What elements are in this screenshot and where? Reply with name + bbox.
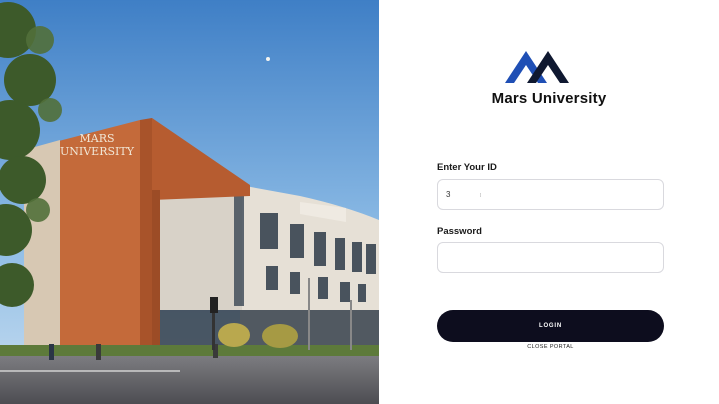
login-panel: Mars University Enter Your ID Password L… [379, 0, 719, 404]
campus-photo: MARS UNIVERSITY [0, 0, 379, 404]
password-field[interactable] [437, 242, 664, 273]
password-label: Password [437, 226, 482, 237]
close-portal-link[interactable]: CLOSE PORTAL [437, 344, 664, 350]
text-cursor-icon [480, 193, 481, 197]
building-sign-line2: UNIVERSITY [60, 145, 135, 158]
login-button[interactable]: LOGIN [437, 310, 664, 342]
id-field[interactable] [437, 179, 664, 210]
university-name: Mars University [491, 90, 607, 107]
password-input[interactable] [438, 243, 663, 272]
university-logo-icon [505, 49, 569, 83]
building-sign-line1: MARS [79, 132, 114, 145]
id-label: Enter Your ID [437, 162, 497, 173]
id-input[interactable] [438, 180, 663, 209]
